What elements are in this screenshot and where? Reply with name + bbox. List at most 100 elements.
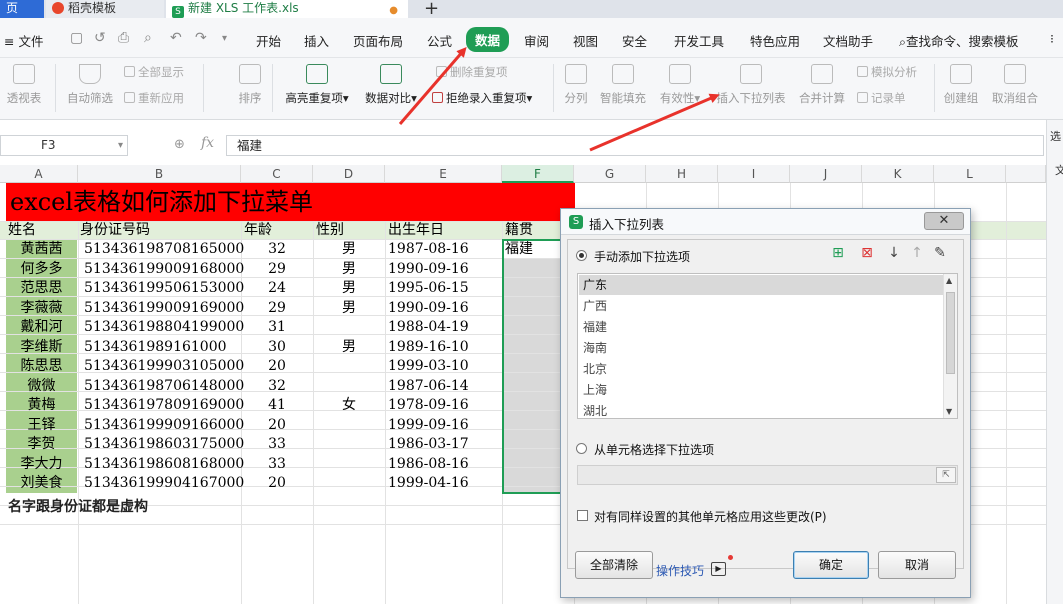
list-item[interactable]: 北京 xyxy=(579,359,943,379)
cell-birth[interactable]: 1990-09-16 xyxy=(388,299,500,318)
close-button[interactable]: ✕ xyxy=(924,212,964,230)
list-scrollbar[interactable]: ▲ ▼ xyxy=(943,274,957,418)
menu-page-layout[interactable]: 页面布局 xyxy=(353,31,403,50)
menu-special-apps[interactable]: 特色应用 xyxy=(750,31,800,50)
menu-doc-assistant[interactable]: 文档助手 xyxy=(823,31,873,50)
new-tab-button[interactable]: + xyxy=(424,0,439,19)
delete-item-icon[interactable]: ⊠ xyxy=(859,245,875,261)
menu-insert[interactable]: 插入 xyxy=(304,31,329,50)
move-up-icon[interactable]: ↑ xyxy=(909,245,925,261)
cell-id[interactable]: 513436198708165000 xyxy=(84,240,244,259)
header-id[interactable]: 身份证号码 xyxy=(80,221,150,240)
apply-all-checkbox[interactable] xyxy=(577,510,588,521)
sort-button[interactable]: 排序 xyxy=(235,64,265,106)
cell-name[interactable]: 黄梅 xyxy=(6,396,77,415)
quick-access-dropdown-icon[interactable]: ▾ xyxy=(222,33,227,44)
cell-birth[interactable]: 1978-09-16 xyxy=(388,396,500,415)
cell-id[interactable]: 5134361989161000 xyxy=(84,338,239,357)
list-item[interactable]: 福建 xyxy=(579,317,943,337)
cell-name[interactable]: 黄茜茜 xyxy=(6,240,77,259)
list-item[interactable]: 上海 xyxy=(579,380,943,400)
cell-age[interactable]: 31 xyxy=(241,318,313,337)
split-column-button[interactable]: 分列 xyxy=(562,64,590,106)
create-group-button[interactable]: 创建组 xyxy=(941,64,981,106)
more-menu-icon[interactable]: ⁝ xyxy=(1050,31,1054,46)
cell-birth[interactable]: 1987-06-14 xyxy=(388,377,500,396)
column-header-f[interactable]: F xyxy=(502,165,574,183)
menu-security[interactable]: 安全 xyxy=(622,31,647,50)
menu-data[interactable]: 数据 xyxy=(466,27,510,52)
cell-option-radio[interactable] xyxy=(576,443,587,454)
manual-option-radio[interactable] xyxy=(576,250,587,261)
list-item[interactable]: 湖北 xyxy=(579,401,943,421)
header-age[interactable]: 年龄 xyxy=(244,221,272,240)
list-item[interactable]: 广东 xyxy=(579,275,943,295)
cell-age[interactable]: 32 xyxy=(241,240,313,259)
cell-name[interactable]: 戴和河 xyxy=(6,318,77,337)
cell-sex[interactable]: 女 xyxy=(313,396,385,415)
tab-docer-templates[interactable]: 稻壳模板 xyxy=(46,0,164,18)
cell-birth[interactable]: 1999-09-16 xyxy=(388,416,500,435)
column-header-d[interactable]: D xyxy=(313,165,385,183)
column-header-c[interactable]: C xyxy=(241,165,313,183)
list-item[interactable]: 海南 xyxy=(579,338,943,358)
cell-age[interactable]: 41 xyxy=(241,396,313,415)
column-header-h[interactable]: H xyxy=(646,165,718,183)
cell-birth[interactable]: 1989-16-10 xyxy=(388,338,500,357)
cell-id[interactable]: 513436199904167000 xyxy=(84,474,244,493)
column-header-g[interactable]: G xyxy=(574,165,646,183)
cell-id[interactable]: 513436198608168000 xyxy=(84,455,244,474)
cell-birth[interactable]: 1990-09-16 xyxy=(388,260,500,279)
footnote[interactable]: 名字跟身份证都是虚构 xyxy=(8,496,148,516)
header-sex[interactable]: 性别 xyxy=(316,221,344,240)
cell-birth[interactable]: 1986-03-17 xyxy=(388,435,500,454)
column-header-e[interactable]: E xyxy=(385,165,502,183)
header-birth[interactable]: 出生年日 xyxy=(388,221,444,240)
cell-sex[interactable]: 男 xyxy=(313,240,385,259)
cell-birth[interactable]: 1986-08-16 xyxy=(388,455,500,474)
scroll-down-icon[interactable]: ▼ xyxy=(946,407,952,416)
highlight-duplicates-button[interactable]: 高亮重复项▾ xyxy=(282,64,352,106)
cell-birth[interactable]: 1999-04-16 xyxy=(388,474,500,493)
cell-birth[interactable]: 1988-04-19 xyxy=(388,318,500,337)
range-picker-icon[interactable]: ⇱ xyxy=(936,467,956,483)
column-header-i[interactable]: I xyxy=(718,165,790,183)
undo-icon[interactable]: ↶ xyxy=(170,30,182,46)
cell-birth[interactable]: 1987-08-16 xyxy=(388,240,500,259)
list-item[interactable]: 广西 xyxy=(579,296,943,316)
add-item-icon[interactable]: ⊞ xyxy=(830,245,846,261)
video-tips-icon[interactable]: ▶ xyxy=(711,562,726,576)
simulate-analysis-button[interactable]: 模拟分析 xyxy=(857,64,917,80)
column-header-k[interactable]: K xyxy=(862,165,934,183)
cell-age[interactable]: 32 xyxy=(241,377,313,396)
data-compare-button[interactable]: 数据对比▾ xyxy=(362,64,420,106)
header-name[interactable]: 姓名 xyxy=(8,221,36,240)
cell-id[interactable]: 513436197809169000 xyxy=(84,396,244,415)
print-preview-icon[interactable]: ⌕ xyxy=(144,30,152,46)
cell-age[interactable]: 30 xyxy=(241,338,313,357)
menu-file[interactable]: ≡ 文件 xyxy=(4,31,43,50)
cell-sex[interactable]: 男 xyxy=(313,299,385,318)
cell-id[interactable]: 513436198706148000 xyxy=(84,377,244,396)
scroll-thumb[interactable] xyxy=(946,292,955,374)
column-header-l[interactable]: L xyxy=(934,165,1006,183)
insert-dropdown-list-button[interactable]: 插入下拉列表 xyxy=(714,64,788,106)
cell-name[interactable]: 刘美食 xyxy=(6,474,77,493)
cell-age[interactable]: 29 xyxy=(241,260,313,279)
undo-history-icon[interactable]: ↺ xyxy=(94,30,106,46)
redo-icon[interactable]: ↷ xyxy=(195,30,207,46)
cell-name[interactable]: 陈思思 xyxy=(6,357,77,376)
tips-link[interactable]: 操作技巧 xyxy=(656,562,704,579)
reject-duplicates-button[interactable]: 拒绝录入重复项▾ xyxy=(432,90,532,106)
delete-duplicates-button[interactable]: 删除重复项 xyxy=(436,64,508,80)
name-box[interactable]: F3 ▾ xyxy=(0,135,128,156)
validity-button[interactable]: 有效性▾ xyxy=(656,64,704,106)
clear-all-button[interactable]: 全部清除 xyxy=(575,551,653,579)
cell-age[interactable]: 33 xyxy=(241,435,313,454)
column-header-j[interactable]: J xyxy=(790,165,862,183)
menu-developer[interactable]: 开发工具 xyxy=(674,31,724,50)
reapply-button[interactable]: 重新应用 xyxy=(124,90,184,106)
move-down-icon[interactable]: ↓ xyxy=(886,245,902,261)
cell-id[interactable]: 513436199506153000 xyxy=(84,279,244,298)
cell-range-input[interactable]: ⇱ xyxy=(577,465,958,485)
